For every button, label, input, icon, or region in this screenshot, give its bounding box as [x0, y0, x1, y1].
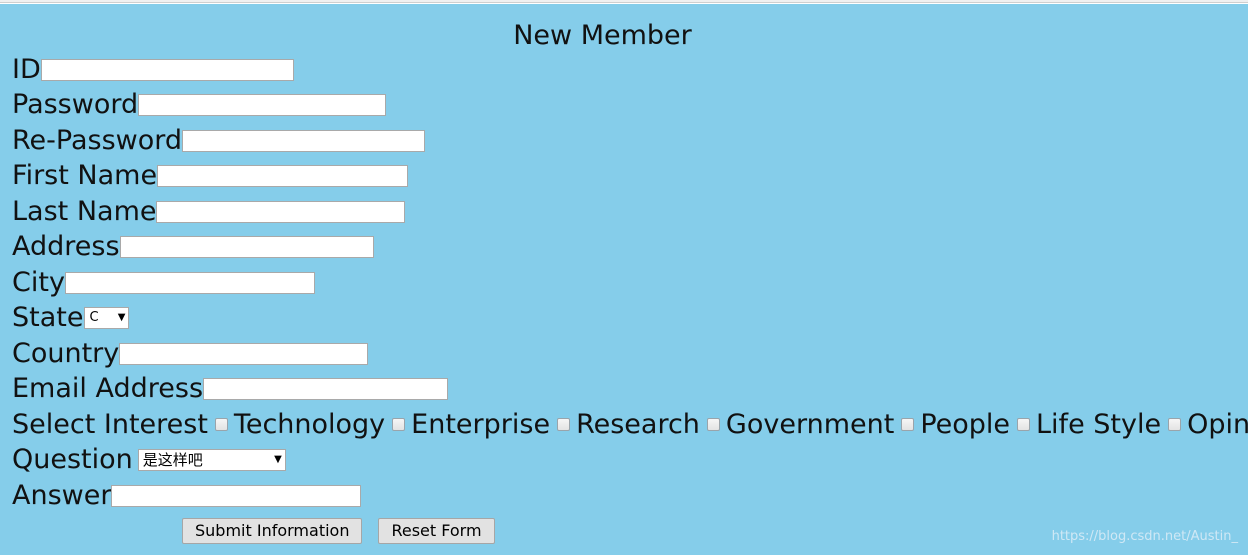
label-state: State	[12, 302, 84, 334]
page-title: New Member	[513, 20, 692, 51]
city-input[interactable]	[64, 271, 315, 294]
form-row-state: State C ▼	[0, 301, 1248, 337]
password-input[interactable]	[138, 94, 387, 117]
form-row-password: Password	[0, 88, 1248, 124]
reset-form-button[interactable]: Reset Form	[378, 518, 495, 545]
checkbox-icon[interactable]	[392, 418, 406, 432]
interest-option-research[interactable]: Research	[557, 408, 700, 440]
form-row-city: City	[0, 265, 1248, 301]
form-row-last-name: Last Name	[0, 194, 1248, 230]
new-member-page: New Member ID Password Re-Password First…	[0, 0, 1248, 555]
form-row-id: ID	[0, 52, 1248, 88]
label-email-address: Email Address	[12, 373, 204, 405]
interest-option-technology[interactable]: Technology	[214, 408, 386, 440]
interest-option-government[interactable]: Government	[706, 408, 895, 440]
form-row-question: Question 是这样吧 ▼	[0, 443, 1248, 479]
re-password-input[interactable]	[182, 129, 426, 152]
form-row-answer: Answer	[0, 478, 1248, 514]
state-select-value: C	[89, 310, 99, 326]
email-address-input[interactable]	[203, 378, 449, 401]
last-name-input[interactable]	[156, 200, 406, 223]
form-row-address: Address	[0, 230, 1248, 266]
form-row-email: Email Address	[0, 372, 1248, 408]
interest-checkbox-group: Technology Enterprise Research Governmen…	[208, 408, 1248, 440]
id-input[interactable]	[40, 58, 294, 81]
interest-label: People	[920, 408, 1011, 440]
label-first-name: First Name	[12, 160, 158, 192]
label-country: Country	[12, 337, 120, 369]
form-row-select-interest: Select Interest Technology Enterprise Re…	[0, 407, 1248, 443]
question-select-value: 是这样吧	[142, 451, 203, 470]
state-select[interactable]: C ▼	[84, 307, 130, 330]
country-input[interactable]	[119, 342, 369, 365]
label-city: City	[12, 266, 65, 298]
checkbox-icon[interactable]	[706, 418, 720, 432]
interest-label: Enterprise	[411, 408, 551, 440]
browser-top-strip	[0, 0, 1248, 3]
address-input[interactable]	[119, 236, 374, 259]
form-row-country: Country	[0, 336, 1248, 372]
interest-option-people[interactable]: People	[901, 408, 1011, 440]
form-row-re-password: Re-Password	[0, 123, 1248, 159]
checkbox-icon[interactable]	[214, 418, 228, 432]
label-select-interest: Select Interest	[12, 408, 208, 440]
interest-option-life-style[interactable]: Life Style	[1017, 408, 1162, 440]
label-re-password: Re-Password	[12, 124, 183, 156]
watermark: https://blog.csdn.net/Austin_	[1051, 529, 1238, 544]
checkbox-icon[interactable]	[901, 418, 915, 432]
form-container: New Member ID Password Re-Password First…	[0, 4, 1248, 555]
answer-input[interactable]	[111, 484, 362, 507]
checkbox-icon[interactable]	[1017, 418, 1031, 432]
chevron-down-icon: ▼	[274, 454, 282, 466]
label-last-name: Last Name	[12, 195, 157, 227]
interest-label: Opinon	[1187, 408, 1248, 440]
question-select[interactable]: 是这样吧 ▼	[137, 449, 286, 472]
checkbox-icon[interactable]	[557, 418, 571, 432]
label-password: Password	[12, 89, 139, 121]
checkbox-icon[interactable]	[1168, 418, 1182, 432]
label-address: Address	[12, 231, 120, 263]
interest-option-enterprise[interactable]: Enterprise	[392, 408, 551, 440]
interest-label: Research	[576, 408, 700, 440]
label-answer: Answer	[12, 479, 112, 511]
submit-information-button[interactable]: Submit Information	[182, 518, 363, 545]
label-id: ID	[12, 53, 41, 85]
interest-label: Government	[725, 408, 895, 440]
chevron-down-icon: ▼	[117, 312, 126, 324]
label-question: Question	[12, 444, 133, 476]
form-rows: ID Password Re-Password First Name Last …	[0, 52, 1248, 549]
first-name-input[interactable]	[157, 165, 409, 188]
form-row-first-name: First Name	[0, 159, 1248, 195]
interest-option-opinon[interactable]: Opinon	[1168, 408, 1248, 440]
interest-label: Life Style	[1036, 408, 1162, 440]
interest-label: Technology	[233, 408, 386, 440]
